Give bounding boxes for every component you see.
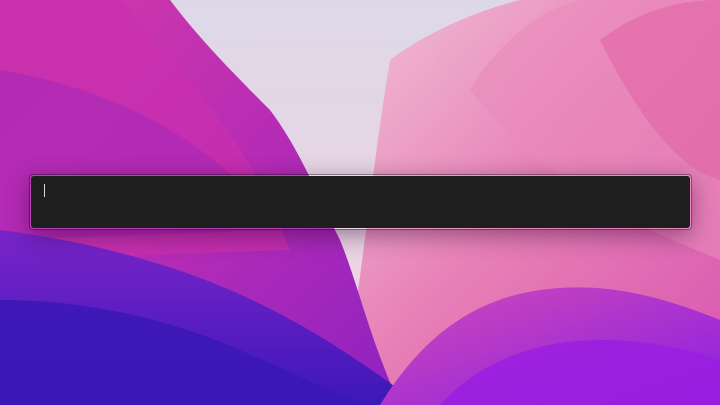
desktop bbox=[0, 0, 720, 405]
command-input[interactable] bbox=[31, 176, 690, 228]
command-bar[interactable] bbox=[30, 175, 691, 229]
